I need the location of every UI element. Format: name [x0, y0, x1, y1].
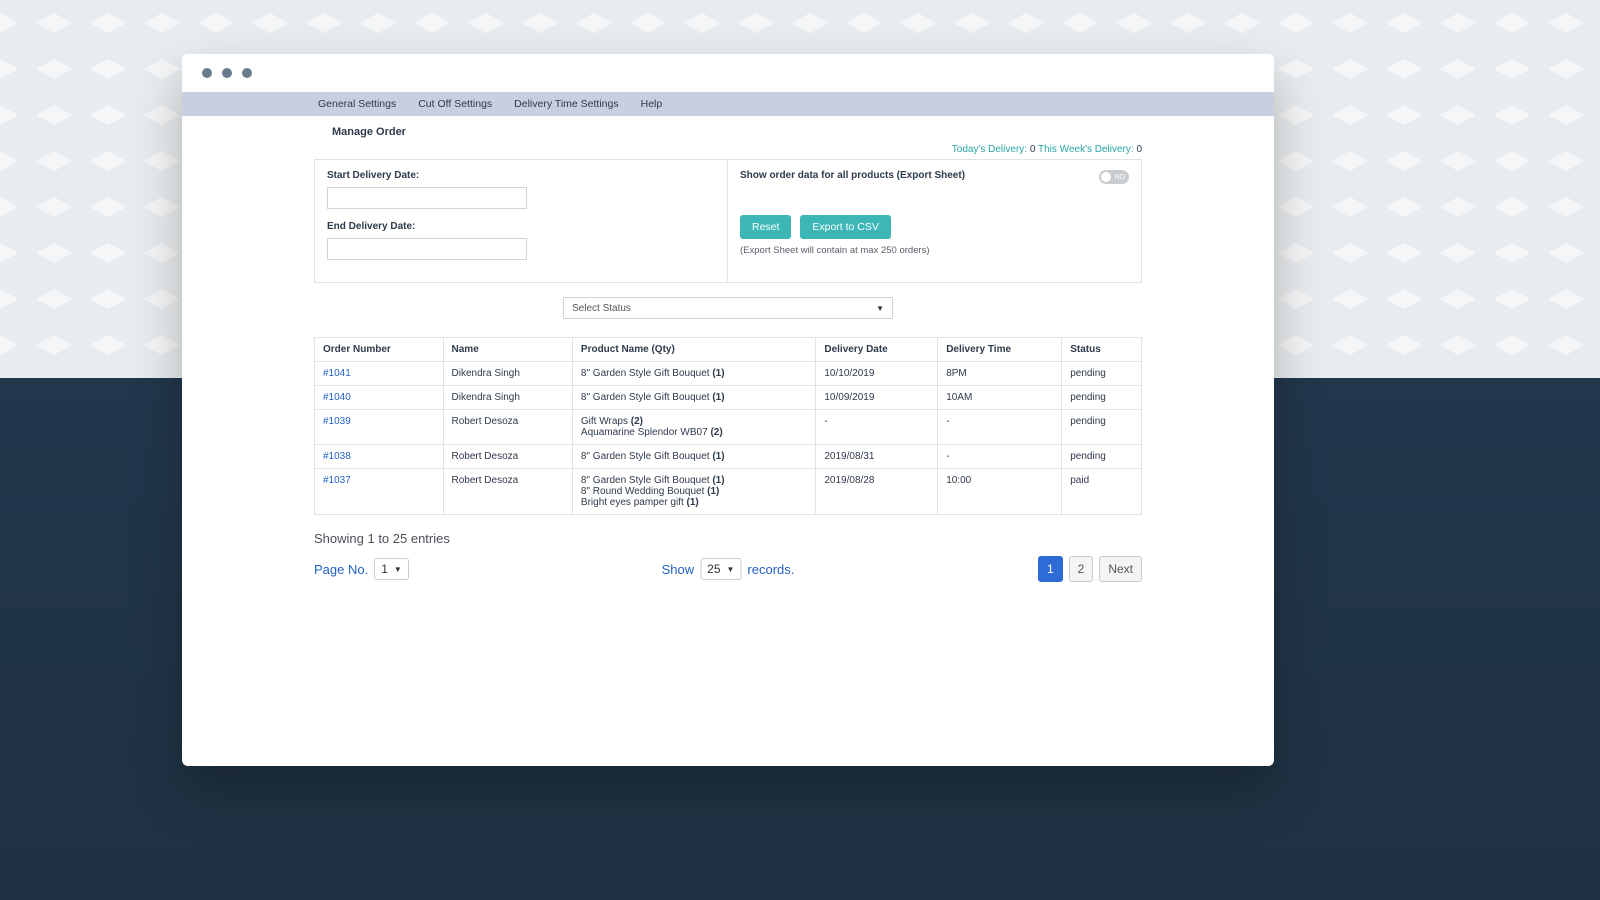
- show-label: Show: [662, 562, 695, 577]
- app-window: General Settings Cut Off Settings Delive…: [182, 54, 1274, 766]
- table-cell: Dikendra Singh: [443, 386, 572, 410]
- table-cell: 8PM: [938, 362, 1062, 386]
- window-dot: [202, 68, 212, 78]
- table-cell: Gift Wraps (2)Aquamarine Splendor WB07 (…: [572, 410, 815, 445]
- table-cell: 10:00: [938, 469, 1062, 515]
- end-date-label: End Delivery Date:: [327, 221, 715, 232]
- status-select-placeholder: Select Status: [572, 303, 631, 314]
- weeks-delivery-link[interactable]: This Week's Delivery:: [1038, 144, 1134, 155]
- table-row: #1037 Robert Desoza8" Garden Style Gift B…: [315, 469, 1142, 515]
- page-no-value: 1: [381, 562, 388, 576]
- table-cell: 8" Garden Style Gift Bouquet (1): [572, 445, 815, 469]
- filter-panel: Start Delivery Date: End Delivery Date: …: [314, 159, 1142, 283]
- table-cell: 2019/08/31: [816, 445, 938, 469]
- table-cell: -: [938, 445, 1062, 469]
- nav-general-settings[interactable]: General Settings: [318, 98, 396, 110]
- page-no-select[interactable]: 1 ▼: [374, 558, 409, 580]
- table-cell: Dikendra Singh: [443, 362, 572, 386]
- table-cell: #1037: [315, 469, 444, 515]
- records-label: records.: [747, 562, 794, 577]
- table-cell: 8" Garden Style Gift Bouquet (1): [572, 362, 815, 386]
- table-cell: #1040: [315, 386, 444, 410]
- page-no-label: Page No.: [314, 562, 368, 577]
- todays-delivery-value: 0: [1030, 144, 1036, 155]
- status-select[interactable]: Select Status ▼: [563, 297, 893, 319]
- chevron-down-icon: ▼: [394, 565, 402, 574]
- order-link[interactable]: #1040: [323, 392, 351, 403]
- delivery-counts: Today's Delivery: 0 This Week's Delivery…: [314, 144, 1142, 155]
- table-cell: 10/10/2019: [816, 362, 938, 386]
- content-area: Today's Delivery: 0 This Week's Delivery…: [182, 144, 1274, 766]
- export-csv-button[interactable]: Export to CSV: [800, 215, 891, 239]
- nav-delivery-time[interactable]: Delivery Time Settings: [514, 98, 618, 110]
- start-date-input[interactable]: [327, 187, 527, 209]
- table-cell: 10AM: [938, 386, 1062, 410]
- table-cell: #1038: [315, 445, 444, 469]
- table-cell: -: [816, 410, 938, 445]
- col-header: Delivery Time: [938, 338, 1062, 362]
- export-all-toggle[interactable]: NO: [1099, 170, 1129, 184]
- table-cell: Robert Desoza: [443, 445, 572, 469]
- order-link[interactable]: #1041: [323, 368, 351, 379]
- table-cell: 10/09/2019: [816, 386, 938, 410]
- table-cell: Robert Desoza: [443, 410, 572, 445]
- start-date-label: Start Delivery Date:: [327, 170, 715, 181]
- export-note: (Export Sheet will contain at max 250 or…: [740, 245, 1129, 256]
- table-row: #1038 Robert Desoza8" Garden Style Gift B…: [315, 445, 1142, 469]
- window-dot: [242, 68, 252, 78]
- col-header: Delivery Date: [816, 338, 938, 362]
- reset-button[interactable]: Reset: [740, 215, 791, 239]
- table-cell: -: [938, 410, 1062, 445]
- table-cell: #1039: [315, 410, 444, 445]
- table-row: #1041 Dikendra Singh8" Garden Style Gift …: [315, 362, 1142, 386]
- next-button[interactable]: Next: [1099, 556, 1142, 582]
- top-nav: General Settings Cut Off Settings Delive…: [182, 92, 1274, 116]
- nav-cutoff-settings[interactable]: Cut Off Settings: [418, 98, 492, 110]
- table-cell: 8" Garden Style Gift Bouquet (1)8" Round…: [572, 469, 815, 515]
- col-header: Product Name (Qty): [572, 338, 815, 362]
- window-dot: [222, 68, 232, 78]
- order-link[interactable]: #1038: [323, 451, 351, 462]
- weeks-delivery-value: 0: [1136, 144, 1142, 155]
- chevron-down-icon: ▼: [876, 304, 884, 313]
- export-all-label: Show order data for all products (Export…: [740, 170, 1129, 181]
- table-cell: pending: [1062, 362, 1142, 386]
- todays-delivery-link[interactable]: Today's Delivery:: [952, 144, 1027, 155]
- order-link[interactable]: #1037: [323, 475, 351, 486]
- page-title: Manage Order: [182, 116, 1274, 144]
- table-cell: pending: [1062, 386, 1142, 410]
- order-link[interactable]: #1039: [323, 416, 351, 427]
- table-cell: pending: [1062, 410, 1142, 445]
- pager-showing-text: Showing 1 to 25 entries: [314, 531, 1142, 546]
- table-cell: paid: [1062, 469, 1142, 515]
- table-cell: Robert Desoza: [443, 469, 572, 515]
- pager-buttons: 1 2 Next: [1038, 556, 1142, 582]
- show-records-select[interactable]: 25 ▼: [700, 558, 741, 580]
- col-header: Status: [1062, 338, 1142, 362]
- table-cell: pending: [1062, 445, 1142, 469]
- page-1-button[interactable]: 1: [1038, 556, 1063, 582]
- table-cell: #1041: [315, 362, 444, 386]
- toggle-text: NO: [1115, 174, 1126, 181]
- col-header: Name: [443, 338, 572, 362]
- orders-table: Order NumberNameProduct Name (Qty)Delive…: [314, 337, 1142, 515]
- table-cell: 8" Garden Style Gift Bouquet (1): [572, 386, 815, 410]
- show-records-value: 25: [707, 562, 720, 576]
- table-row: #1039 Robert DesozaGift Wraps (2)Aquamari…: [315, 410, 1142, 445]
- chevron-down-icon: ▼: [727, 565, 735, 574]
- end-date-input[interactable]: [327, 238, 527, 260]
- table-row: #1040 Dikendra Singh8" Garden Style Gift …: [315, 386, 1142, 410]
- nav-help[interactable]: Help: [641, 98, 663, 110]
- table-cell: 2019/08/28: [816, 469, 938, 515]
- col-header: Order Number: [315, 338, 444, 362]
- window-titlebar: [182, 54, 1274, 92]
- page-2-button[interactable]: 2: [1069, 556, 1094, 582]
